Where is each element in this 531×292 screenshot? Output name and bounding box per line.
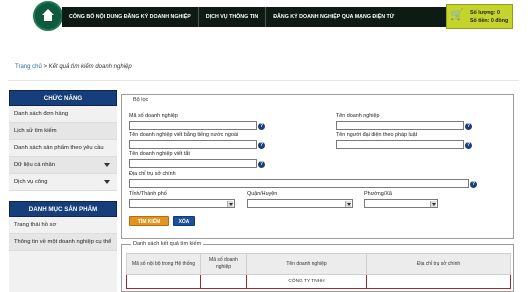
enterprise-code-input[interactable] — [129, 121, 257, 130]
sidebar-item-enterprise-info[interactable]: Thông tin về một doanh nghiệp cụ thể — [9, 234, 117, 251]
sidebar-item-profile-status[interactable]: Trang thái hồ sơ — [9, 217, 117, 234]
cart-count: Số lượng: 0 — [470, 10, 500, 16]
nav-item-publish[interactable]: CÔNG BỐ NỘI DUNG ĐĂNG KÝ DOANH NGHIỆP — [62, 7, 199, 27]
province-select[interactable] — [129, 199, 235, 208]
results-fieldset: Danh sách kết quả tìm kiếm Mã số nội bộ … — [121, 241, 514, 292]
ward-select[interactable] — [364, 199, 438, 208]
table-cell — [126, 274, 201, 289]
enterprise-name-label: Tên doanh nghiệp — [336, 113, 380, 119]
sidebar-item-label: Dữ liệu cá nhân — [14, 162, 55, 168]
sidebar-item-public-services[interactable]: Dịch vụ công — [9, 174, 117, 191]
short-name-input[interactable] — [129, 159, 257, 168]
sidebar-item-personal-data[interactable]: Dữ liệu cá nhân — [9, 157, 117, 174]
province-label: Tỉnh/Thành phố — [129, 191, 167, 197]
cart-panel[interactable]: 🛒 Số lượng: 0 Số tiền: 0 đồng — [446, 4, 513, 29]
sidebar-item-label: Danh sách đơn hàng — [14, 111, 69, 117]
address-input[interactable] — [129, 179, 469, 188]
sidebar-item-label: Trang thái hồ sơ — [14, 222, 57, 228]
chevron-down-icon — [104, 163, 110, 167]
help-icon[interactable]: ? — [258, 123, 265, 130]
top-left-strip — [0, 0, 34, 33]
help-icon[interactable]: ? — [258, 142, 265, 149]
district-label: Quận/Huyện — [247, 191, 278, 197]
enterprise-code-label: Mã số doanh nghiệp — [129, 113, 178, 119]
breadcrumb-separator: > — [41, 64, 49, 70]
sidebar-functions-header: CHỨC NĂNG — [9, 90, 117, 106]
chevron-down-icon — [227, 201, 233, 207]
table-header-row: Mã số nội bộ trong Hệ thống Mã số doanh … — [126, 253, 511, 275]
main-nav: CÔNG BỐ NỘI DUNG ĐĂNG KÝ DOANH NGHIỆP DỊ… — [62, 7, 446, 27]
home-icon-body — [44, 15, 52, 21]
nav-item-info-services[interactable]: DỊCH VỤ THÔNG TIN — [199, 7, 267, 27]
nav-item-online-registration[interactable]: ĐĂNG KÝ DOANH NGHIỆP QUA MẠNG ĐIỆN TỬ — [266, 7, 401, 27]
legal-rep-input[interactable] — [336, 140, 464, 149]
district-select[interactable] — [247, 199, 353, 208]
foreign-name-label: Tên doanh nghiệp viết bằng tiếng nước ng… — [129, 132, 239, 138]
top-bar: CÔNG BỐ NỘI DUNG ĐĂNG KÝ DOANH NGHIỆP DỊ… — [0, 0, 531, 33]
help-icon[interactable]: ? — [258, 161, 265, 168]
column-header-enterprise-code: Mã số doanh nghiệp — [200, 253, 247, 275]
table-row[interactable]: CÔNG TY TNHH — [126, 274, 511, 289]
column-header-enterprise-name: Tên doanh nghiệp — [246, 253, 367, 275]
sidebar: CHỨC NĂNG Danh sách đơn hàng Lịch sử tìm… — [9, 90, 117, 292]
sidebar-item-search-history[interactable]: Lịch sử tìm kiếm — [9, 123, 117, 140]
chevron-down-icon — [430, 201, 436, 207]
sidebar-item-label: Danh sách sản phẩm theo yêu cầu — [14, 145, 104, 151]
breadcrumb-divider — [8, 80, 519, 81]
clear-button[interactable]: XÓA — [173, 216, 195, 226]
cart-total: Số tiền: 0 đồng — [470, 18, 509, 24]
address-label: Địa chỉ trụ sở chính — [129, 171, 176, 177]
results-legend: Danh sách kết quả tìm kiếm — [131, 241, 204, 247]
short-name-label: Tên doanh nghiệp viết tắt — [129, 151, 190, 157]
chevron-down-icon — [345, 201, 351, 207]
sidebar-item-label: Dịch vụ công — [14, 179, 48, 185]
sidebar-products-header: DANH MỤC SẢN PHẨM — [9, 201, 117, 217]
breadcrumb-current: Kết quả tìm kiếm doanh nghiệp — [48, 64, 132, 70]
filter-fieldset: Bộ lọc Mã số doanh nghiệp ? Tên doanh ng… — [121, 94, 514, 239]
sidebar-item-label: Lịch sử tìm kiếm — [14, 128, 57, 134]
main-panel: Bộ lọc Mã số doanh nghiệp ? Tên doanh ng… — [121, 88, 520, 292]
table-cell — [200, 274, 247, 289]
table-cell — [366, 274, 511, 289]
help-icon[interactable]: ? — [465, 123, 472, 130]
help-icon[interactable]: ? — [470, 181, 477, 188]
sidebar-item-label: Thông tin về một doanh nghiệp cụ thể — [14, 239, 112, 245]
sidebar-item-orders[interactable]: Danh sách đơn hàng — [9, 106, 117, 123]
ward-label: Phường/Xã — [364, 191, 392, 197]
chevron-down-icon — [104, 180, 110, 184]
sidebar-item-requested-products[interactable]: Danh sách sản phẩm theo yêu cầu — [9, 140, 117, 157]
enterprise-name-input[interactable] — [336, 121, 464, 130]
column-header-internal-code: Mã số nội bộ trong Hệ thống — [126, 253, 201, 275]
help-icon[interactable]: ? — [465, 142, 472, 149]
legal-rep-label: Tên người đại diện theo pháp luật — [336, 132, 418, 138]
breadcrumb-home-link[interactable]: Trang chủ — [15, 64, 42, 70]
foreign-name-input[interactable] — [129, 140, 257, 149]
sidebar-gap — [9, 191, 117, 201]
breadcrumb: Trang chủ > Kết quả tìm kiếm doanh nghiệ… — [15, 64, 132, 70]
top-right-strip — [514, 0, 531, 33]
filter-legend: Bộ lọc — [131, 97, 151, 103]
column-header-address: Địa chỉ trụ sở chính — [366, 253, 511, 275]
cart-icon: 🛒 — [450, 9, 464, 21]
table-cell[interactable]: CÔNG TY TNHH — [246, 274, 367, 289]
search-button[interactable]: TÌM KIẾM — [129, 216, 169, 226]
results-table: Mã số nội bộ trong Hệ thống Mã số doanh … — [126, 253, 511, 289]
